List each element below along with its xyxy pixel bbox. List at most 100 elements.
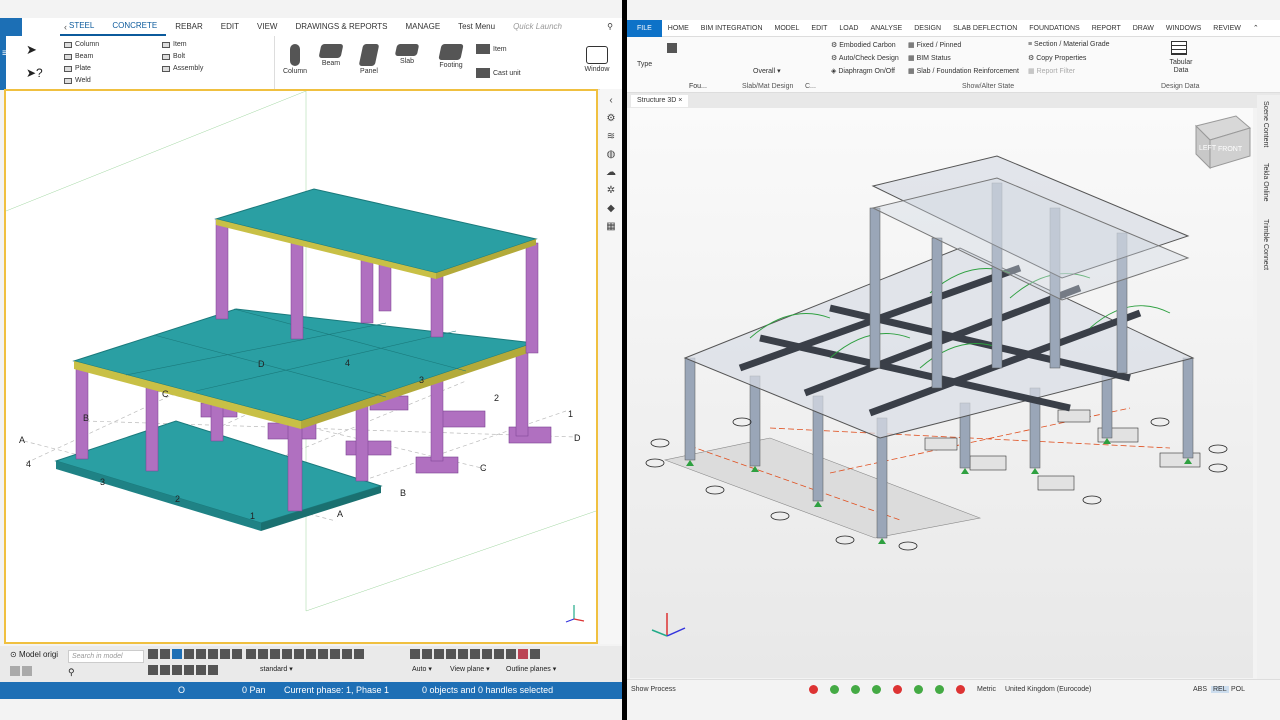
steel-beam-item[interactable]: Beam: [64, 53, 93, 60]
diaphragm-button[interactable]: ◈ Diaphragm On/Off: [831, 67, 895, 75]
structure-3d-tab[interactable]: Structure 3D ×: [631, 95, 689, 107]
window-button[interactable]: Window: [580, 46, 614, 73]
view-tool-icon[interactable]: [446, 649, 456, 659]
tab-rebar[interactable]: REBAR: [166, 18, 212, 36]
status-indicator-icon[interactable]: [914, 685, 923, 694]
concrete-item-button[interactable]: Item: [476, 44, 507, 54]
snap-tool-icon[interactable]: [294, 649, 305, 659]
tab-report[interactable]: REPORT: [1086, 20, 1127, 37]
select-tool-icon[interactable]: [160, 649, 170, 659]
view-plane-dropdown[interactable]: View plane ▾: [450, 665, 490, 673]
snap-tool-icon[interactable]: [342, 649, 353, 659]
tabular-data-label[interactable]: Tabular Data: [1167, 59, 1195, 75]
cast-unit-button[interactable]: Cast unit: [476, 68, 521, 78]
toggle-b-icon[interactable]: [22, 666, 32, 676]
layers-icon[interactable]: ≋: [605, 131, 617, 143]
gear-icon[interactable]: ✲: [605, 185, 617, 197]
assembly-item[interactable]: Assembly: [162, 65, 203, 72]
steel-plate-item[interactable]: Plate: [64, 65, 91, 72]
chevron-left-icon[interactable]: ‹: [64, 22, 67, 32]
status-indicator-icon[interactable]: [872, 685, 881, 694]
select-tool-icon[interactable]: [172, 649, 182, 659]
select-arrow-icon[interactable]: ➤: [26, 42, 37, 58]
snap-tool-icon[interactable]: [318, 649, 329, 659]
overall-dropdown[interactable]: Overall ▾: [753, 67, 781, 75]
tab-draw[interactable]: DRAW: [1127, 20, 1160, 37]
part-item[interactable]: Item: [162, 41, 187, 48]
status-indicator-icon[interactable]: [830, 685, 839, 694]
type-button[interactable]: Type: [637, 61, 652, 68]
steel-column-item[interactable]: Column: [64, 41, 99, 48]
quick-launch-input[interactable]: Quick Launch: [504, 18, 598, 36]
units-metric[interactable]: Metric: [977, 686, 996, 693]
outline-planes-dropdown[interactable]: Outline planes ▾: [506, 665, 556, 673]
tool-icon[interactable]: [148, 665, 158, 675]
status-indicator-icon[interactable]: [893, 685, 902, 694]
select-tool-icon[interactable]: [208, 649, 218, 659]
tab-edit[interactable]: EDIT: [805, 20, 833, 37]
chevron-left-icon[interactable]: ‹: [605, 95, 617, 107]
tab-manage[interactable]: MANAGE: [397, 18, 450, 36]
tool-icon[interactable]: [184, 665, 194, 675]
snap-tool-icon[interactable]: [330, 649, 341, 659]
view-tool-icon[interactable]: [494, 649, 504, 659]
auto-dropdown[interactable]: Auto ▾: [412, 665, 432, 673]
settings-link-icon[interactable]: ⚙: [605, 113, 617, 125]
copy-properties-button[interactable]: ⚙ Copy Properties: [1028, 54, 1086, 62]
snap-tool-icon[interactable]: [282, 649, 293, 659]
bim-status-button[interactable]: ▦ BIM Status: [908, 54, 951, 62]
embodied-carbon-button[interactable]: ⚙ Embodied Carbon: [831, 41, 896, 49]
standard-dropdown[interactable]: standard ▾: [260, 665, 293, 673]
slab-foundation-reinforcement-button[interactable]: ▦ Slab / Foundation Reinforcement: [908, 67, 1019, 75]
tool-icon[interactable]: [172, 665, 182, 675]
tab-home[interactable]: HOME: [662, 20, 695, 37]
concrete-beam-button[interactable]: Beam: [316, 44, 346, 67]
tab-model[interactable]: MODEL: [769, 20, 806, 37]
snap-tool-icon[interactable]: [246, 649, 257, 659]
tab-review[interactable]: REVIEW: [1207, 20, 1247, 37]
globe-icon[interactable]: ◍: [605, 149, 617, 161]
scene-content-panel-tab[interactable]: Scene Content: [1262, 101, 1269, 147]
steel-weld-item[interactable]: Weld: [64, 77, 91, 84]
show-process-button[interactable]: Show Process: [631, 686, 676, 693]
tab-analyse[interactable]: ANALYSE: [864, 20, 908, 37]
view-tool-icon[interactable]: [518, 649, 528, 659]
section-material-grade-button[interactable]: ≡ Section / Material Grade: [1028, 41, 1110, 48]
tab-edit[interactable]: EDIT: [212, 18, 248, 36]
view-tool-icon[interactable]: [410, 649, 420, 659]
status-indicator-icon[interactable]: [809, 685, 818, 694]
tool-icon[interactable]: [196, 665, 206, 675]
select-tool-icon[interactable]: [220, 649, 230, 659]
status-indicator-icon[interactable]: [935, 685, 944, 694]
toggle-a-icon[interactable]: [10, 666, 20, 676]
tool-icon[interactable]: [208, 665, 218, 675]
auto-check-design-button[interactable]: ⚙ Auto/Check Design: [831, 54, 899, 62]
tab-view[interactable]: VIEW: [248, 18, 286, 36]
search-icon[interactable]: ⚲: [68, 667, 75, 678]
trimble-connect-panel-tab[interactable]: Trimble Connect: [1262, 219, 1269, 270]
tab-concrete[interactable]: CONCRETE: [103, 18, 167, 36]
view-cube[interactable]: LEFT FRONT: [1195, 115, 1252, 170]
tab-windows[interactable]: WINDOWS: [1160, 20, 1207, 37]
search-model-input[interactable]: Search in model: [68, 650, 144, 663]
cloud-icon[interactable]: ☁: [605, 167, 617, 179]
select-tool-icon[interactable]: [184, 649, 194, 659]
right-model-viewport[interactable]: LEFT FRONT: [630, 108, 1253, 678]
view-tool-icon[interactable]: [470, 649, 480, 659]
snap-tool-icon[interactable]: [258, 649, 269, 659]
tab-load[interactable]: LOAD: [833, 20, 864, 37]
collapse-ribbon-icon[interactable]: ⌃: [1247, 20, 1265, 37]
rel-toggle[interactable]: REL: [1211, 686, 1229, 693]
view-tool-icon[interactable]: [422, 649, 432, 659]
cube-icon[interactable]: ◆: [605, 203, 617, 215]
snap-tool-icon[interactable]: [306, 649, 317, 659]
concrete-slab-button[interactable]: Slab: [392, 44, 422, 65]
tab-file[interactable]: FILE: [627, 19, 662, 37]
view-tool-icon[interactable]: [530, 649, 540, 659]
snap-tool-icon[interactable]: [270, 649, 281, 659]
tab-drawings-reports[interactable]: DRAWINGS & REPORTS: [286, 18, 396, 36]
select-tool-icon[interactable]: [232, 649, 242, 659]
view-tool-icon[interactable]: [434, 649, 444, 659]
bolt-item[interactable]: Bolt: [162, 53, 185, 60]
report-filter-button[interactable]: ▦ Report Filter: [1028, 67, 1075, 75]
